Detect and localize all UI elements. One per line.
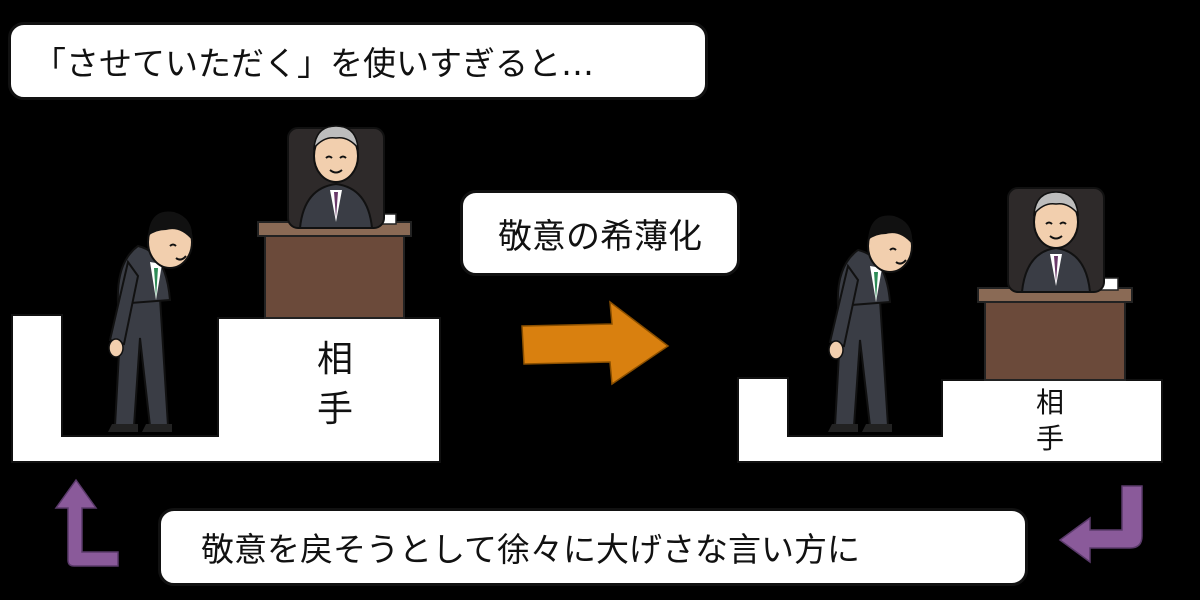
left-desk [257, 213, 412, 319]
right-platform-label: 相 手 [1025, 385, 1075, 457]
left-bowing-man [108, 211, 193, 432]
bottom-label-text: 敬意を戻そうとして徐々に大げさな言い方に [201, 530, 861, 569]
middle-label-text: 敬意の希薄化 [498, 216, 702, 257]
right-desk [977, 277, 1133, 381]
right-label-line1: 相 [1035, 386, 1064, 419]
left-platform [11, 314, 441, 463]
right-label-line2: 手 [1035, 422, 1064, 455]
bottom-label-bubble: 敬意を戻そうとして徐々に大げさな言い方に [158, 508, 1028, 586]
right-platform [737, 377, 1163, 463]
left-label-line1: 相 [316, 339, 353, 380]
main-arrow [521, 300, 670, 386]
right-boss-figure [1007, 187, 1105, 293]
left-platform-label: 相 手 [305, 335, 365, 435]
right-bowing-man [828, 215, 913, 432]
right-down-left-arrow [1058, 485, 1143, 564]
left-up-arrow [54, 478, 119, 567]
title-bubble: 「させていただく」を使いすぎると… [8, 22, 708, 100]
left-boss-figure [287, 125, 385, 229]
middle-label-bubble: 敬意の希薄化 [460, 190, 740, 276]
left-label-line2: 手 [316, 389, 353, 430]
title-text: 「させていただく」を使いすぎると… [33, 44, 594, 83]
